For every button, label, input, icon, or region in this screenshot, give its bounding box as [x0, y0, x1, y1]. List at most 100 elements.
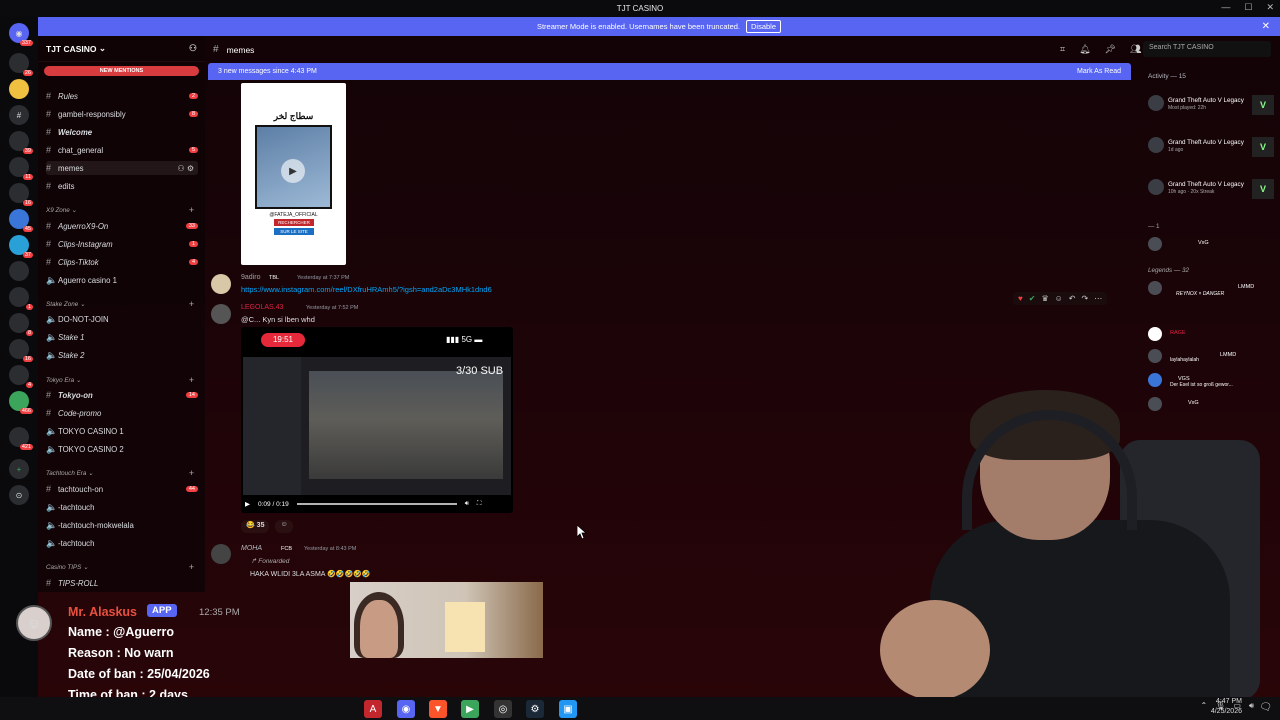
volume-icon[interactable]: 🔊︎ [465, 500, 469, 508]
seek-bar[interactable] [296, 503, 457, 505]
voice-channel-item[interactable]: 🔈 Aguerro casino 1 [46, 273, 198, 287]
crown-reaction-icon[interactable]: ♛ [1041, 294, 1048, 303]
channel-chat-general[interactable]: # chat_general 5 [46, 143, 198, 157]
video-attachment[interactable]: 19:51 ▮▮▮ 5G ▬ 3/30 SUB ▶ 0:09 / 0:19 🔊︎… [241, 327, 513, 513]
avatar[interactable] [211, 544, 231, 564]
check-reaction-icon[interactable]: ✔ [1029, 294, 1036, 303]
close-window-icon[interactable]: ✕ [1266, 2, 1274, 13]
new-messages-bar[interactable]: 3 new messages since 4:43 PM Mark As Rea… [208, 63, 1131, 80]
channel-welcome[interactable]: # Welcome [46, 125, 198, 139]
voice-channel-item[interactable]: 🔈 TOKYO CASINO 1 [46, 424, 198, 438]
activity-item[interactable]: Grand Theft Auto V Legacy 1d ago V [1148, 135, 1276, 165]
disable-streamer-mode-button[interactable]: Disable [746, 20, 782, 33]
activity-item[interactable]: Grand Theft Auto V Legacy Most played: 2… [1148, 93, 1276, 123]
server-icon[interactable] [9, 261, 29, 281]
search-input[interactable]: Search TJT CASINO [1143, 41, 1271, 57]
voice-channel-item[interactable]: 🔈 -tachtouch [46, 500, 198, 514]
banner-close-icon[interactable]: ✕ [1262, 21, 1270, 32]
add-reaction-icon[interactable]: ☺ [1055, 294, 1063, 303]
volume-icon[interactable]: 🔊︎ [1249, 701, 1254, 711]
maximize-icon[interactable]: ☐ [1244, 2, 1252, 13]
channel-rules[interactable]: # Rules 2 [46, 89, 198, 103]
channel-item[interactable]: # Clips-Instagram 1 [46, 237, 198, 251]
username[interactable]: 9adiro [241, 274, 260, 281]
reply-icon[interactable]: ↶ [1069, 294, 1076, 303]
chevron-up-icon[interactable]: ⌃ [1201, 701, 1208, 711]
acrobat-icon[interactable]: A [364, 700, 382, 718]
steam-icon[interactable]: ⚙ [526, 700, 544, 718]
server-header[interactable]: TJT CASINO ⌄ ⚇ [38, 36, 205, 62]
bell-icon[interactable]: 🔔︎ [1079, 44, 1090, 55]
channel-edits[interactable]: # edits [46, 179, 198, 193]
pin-icon[interactable]: 📌︎ [1105, 44, 1116, 55]
category-casino-tips[interactable]: Casino TIPS ⌄ + [46, 560, 198, 574]
channel-item[interactable]: # tachtouch-on 44 [46, 482, 198, 496]
channel-item[interactable]: # Tokyo-on 14 [46, 388, 198, 402]
forward-icon[interactable]: ↷ [1082, 294, 1089, 303]
server-icon[interactable]: 16 [9, 183, 33, 206]
invite-icon[interactable]: ⚇ [189, 43, 197, 54]
mark-as-read-button[interactable]: Mark As Read [1077, 68, 1121, 75]
more-icon[interactable]: ⋯ [1094, 294, 1102, 303]
avatar[interactable] [211, 274, 231, 294]
activity-item[interactable]: Grand Theft Auto V Legacy 10h ago · 20x … [1148, 177, 1276, 207]
new-mentions-pill[interactable]: NEW MENTIONS [44, 66, 199, 76]
threads-icon[interactable]: ⌗ [1060, 44, 1065, 55]
brave-icon[interactable]: ▼ [429, 700, 447, 718]
username[interactable]: MOHA [241, 545, 262, 552]
server-icon[interactable]: # [9, 105, 29, 125]
forwarded-video[interactable] [350, 582, 543, 658]
server-icon[interactable]: 39 [9, 131, 33, 154]
voice-channel-item[interactable]: 🔈 Stake 1 [46, 330, 198, 344]
channel-gambel-responsibly[interactable]: # gambel-responsibly 8 [46, 107, 198, 121]
clock[interactable]: 4:47 PM 4/25/2026 [1211, 697, 1242, 717]
heart-reaction-icon[interactable]: ♥ [1018, 294, 1023, 303]
fullscreen-icon[interactable]: ⛶ [477, 500, 482, 508]
voice-channel-item[interactable]: 🔈 Stake 2 [46, 348, 198, 362]
add-reaction-icon[interactable]: ☺ [275, 520, 293, 533]
media-icon[interactable]: ▶ [461, 700, 479, 718]
play-icon[interactable]: ▶ [245, 500, 250, 508]
server-icon[interactable]: 421 [9, 427, 33, 450]
add-server-icon[interactable]: + [9, 459, 29, 479]
server-icon[interactable]: 4 [9, 365, 33, 388]
server-icon[interactable] [9, 79, 29, 99]
member-row[interactable]: RAGE [1148, 327, 1276, 343]
server-icon[interactable]: 8 [9, 313, 33, 336]
channel-memes[interactable]: # memes ⚇ ⚙ [46, 161, 198, 175]
voice-channel-item[interactable]: 🔈 DO-NOT-JOIN [46, 312, 198, 326]
member-row[interactable]: VxG [1148, 237, 1276, 253]
member-row[interactable]: Der Esel ist so groß gewor... VGS [1148, 373, 1276, 389]
members-icon[interactable]: 👥︎ [1130, 44, 1141, 55]
discord-home-icon[interactable]: ◉ 337 [9, 23, 33, 46]
voice-channel-item[interactable]: 🔈 TOKYO CASINO 2 [46, 442, 198, 456]
category-stake-zone[interactable]: Stake Zone ⌄ + [46, 297, 198, 311]
channel-item[interactable]: # Clips-Tiktok 4 [46, 255, 198, 269]
server-icon[interactable]: 16 [9, 339, 33, 362]
channel-item[interactable]: # Code-promo [46, 406, 198, 420]
category-tokyo-era[interactable]: Tokyo Era ⌄ + [46, 373, 198, 387]
member-row[interactable]: laylahaylalah LMMD [1148, 349, 1276, 365]
category-x9-zone[interactable]: X9 Zone ⌄ + [46, 203, 198, 217]
minimize-icon[interactable]: — [1221, 2, 1230, 13]
voice-channel-item[interactable]: 🔈 -tachtouch [46, 536, 198, 550]
app-icon[interactable]: ▣ [559, 700, 577, 718]
server-icon[interactable]: 1 [9, 287, 33, 310]
server-icon[interactable]: 11 [9, 157, 33, 180]
laugh-reaction[interactable]: 😂 35 [241, 520, 270, 533]
channel-item[interactable]: # AguerroX9-On 33 [46, 219, 198, 233]
server-icon[interactable]: 45 [9, 209, 33, 232]
voice-channel-item[interactable]: 🔈 -tachtouch-mokwelala [46, 518, 198, 532]
username[interactable]: LEGOLAS.43 [241, 304, 283, 311]
discover-icon[interactable]: ⊙ [9, 485, 29, 505]
discord-icon[interactable]: ◉ [397, 700, 415, 718]
play-icon[interactable]: ▶ [281, 159, 305, 183]
notification-icon[interactable]: 🗨︎ [1259, 702, 1272, 713]
message-link[interactable]: https://www.instagram.com/reel/DXfruHRAm… [241, 285, 492, 294]
server-icon[interactable]: 466 [9, 391, 33, 414]
member-row[interactable]: LMMD REYNOX × DANGER [1148, 281, 1276, 297]
server-icon[interactable]: 37 [9, 235, 33, 258]
image-attachment[interactable]: سطاج لخر ▶ @FATEJA_OFFICIAL RECHERCHER S… [241, 83, 346, 265]
category-tachtouch-era[interactable]: Tachtouch Era ⌄ + [46, 466, 198, 480]
obs-icon[interactable]: ◎ [494, 700, 512, 718]
